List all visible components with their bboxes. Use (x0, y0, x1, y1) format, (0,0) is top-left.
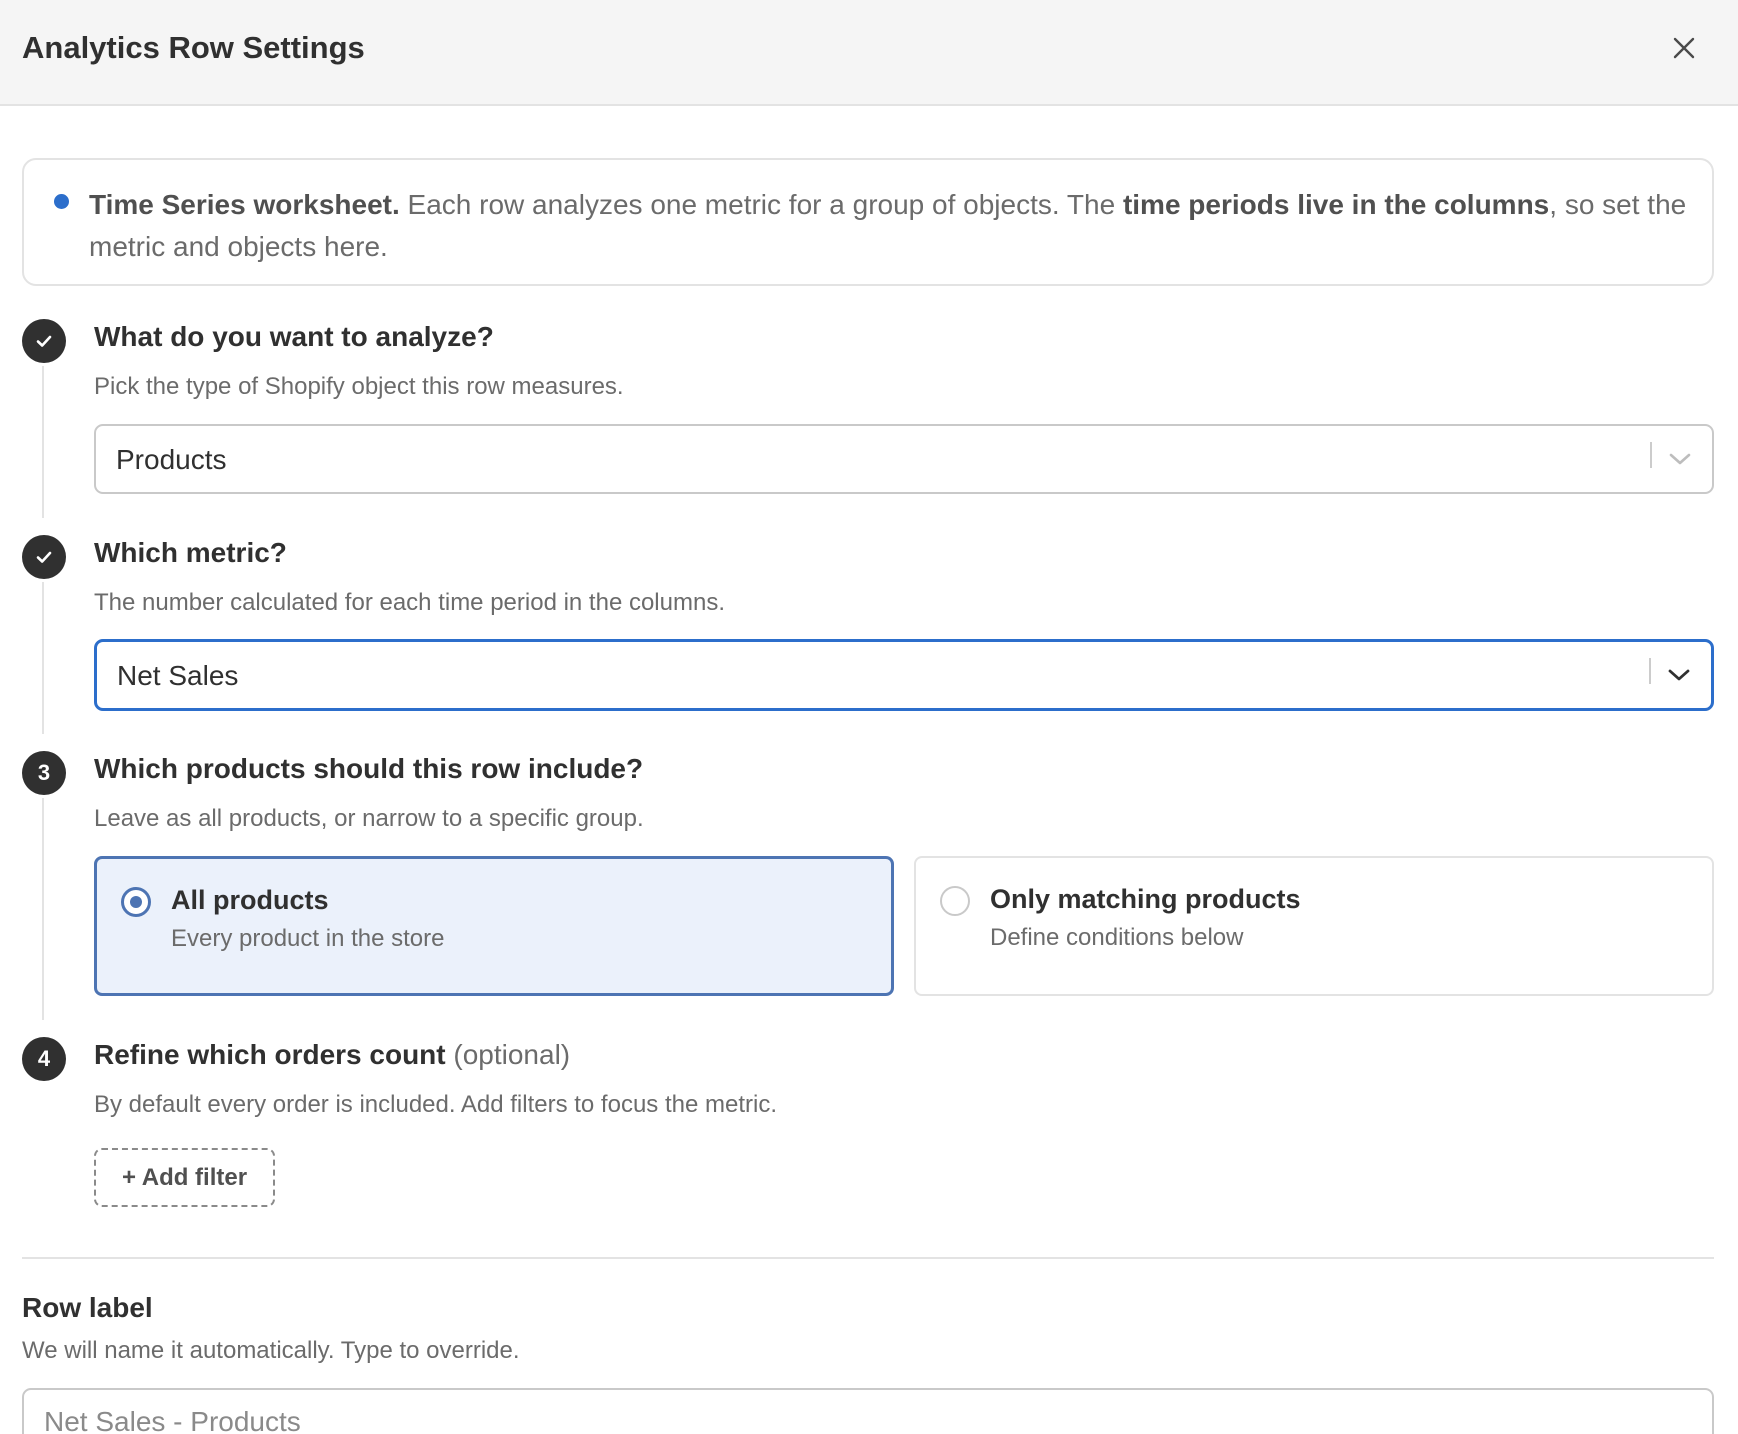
row-label-input[interactable] (22, 1388, 1714, 1434)
option-subtitle: Define conditions below (990, 924, 1244, 951)
select-separator (1649, 658, 1651, 684)
step-connector (42, 798, 44, 1020)
row-label-description: We will name it automatically. Type to o… (22, 1337, 520, 1364)
step-2-description: The number calculated for each time peri… (94, 589, 725, 616)
option-subtitle: Every product in the store (171, 925, 445, 952)
radio-all-products[interactable] (121, 887, 151, 917)
step-4-title-text: Refine which orders count (94, 1039, 446, 1070)
step-connector (42, 582, 44, 734)
option-only-matching-products[interactable]: Only matching products Define conditions… (914, 856, 1714, 996)
select-separator (1650, 442, 1652, 468)
step-4-title: Refine which orders count (optional) (94, 1039, 570, 1071)
info-dot-icon (54, 194, 69, 209)
step-4-description: By default every order is included. Add … (94, 1091, 777, 1118)
option-title: All products (171, 885, 329, 915)
row-label-title: Row label (22, 1292, 153, 1323)
chevron-down-icon (1666, 445, 1694, 473)
step-connector (42, 366, 44, 518)
step-2-title: Which metric? (94, 537, 287, 568)
step-3-title: Which products should this row include? (94, 753, 644, 784)
step-1-title: What do you want to analyze? (94, 321, 494, 352)
step-1-complete-marker (22, 319, 66, 363)
modal-header: Analytics Row Settings (0, 0, 1738, 106)
info-banner: Time Series worksheet. Each row analyzes… (22, 158, 1714, 286)
option-all-products[interactable]: All products Every product in the store (94, 856, 894, 996)
info-emphasis: time periods live in the columns (1122, 189, 1550, 220)
option-title: Only matching products (990, 884, 1301, 914)
info-text: Time Series worksheet. Each row analyzes… (89, 184, 1689, 268)
object-type-value: Products (116, 444, 227, 475)
check-icon (36, 335, 52, 347)
modal-title: Analytics Row Settings (22, 30, 365, 65)
chevron-down-icon (1665, 661, 1693, 689)
close-button[interactable] (1664, 28, 1704, 68)
metric-select[interactable]: Net Sales (94, 639, 1714, 711)
info-text-part1: Each row analyzes one metric for a group… (399, 189, 1123, 220)
section-divider (22, 1257, 1714, 1259)
info-lead: Time Series worksheet. (89, 189, 400, 220)
step-4-marker: 4 (22, 1037, 66, 1081)
optional-label: (optional) (453, 1039, 571, 1070)
object-type-select[interactable]: Products (94, 424, 1714, 494)
step-2-complete-marker (22, 535, 66, 579)
step-3-description: Leave as all products, or narrow to a sp… (94, 805, 644, 832)
radio-only-matching-products[interactable] (940, 886, 970, 916)
step-1-description: Pick the type of Shopify object this row… (94, 373, 624, 400)
metric-value: Net Sales (117, 660, 239, 691)
check-icon (36, 551, 52, 563)
close-icon (1673, 37, 1695, 59)
step-3-marker: 3 (22, 751, 66, 795)
add-filter-button[interactable]: + Add filter (94, 1148, 275, 1207)
